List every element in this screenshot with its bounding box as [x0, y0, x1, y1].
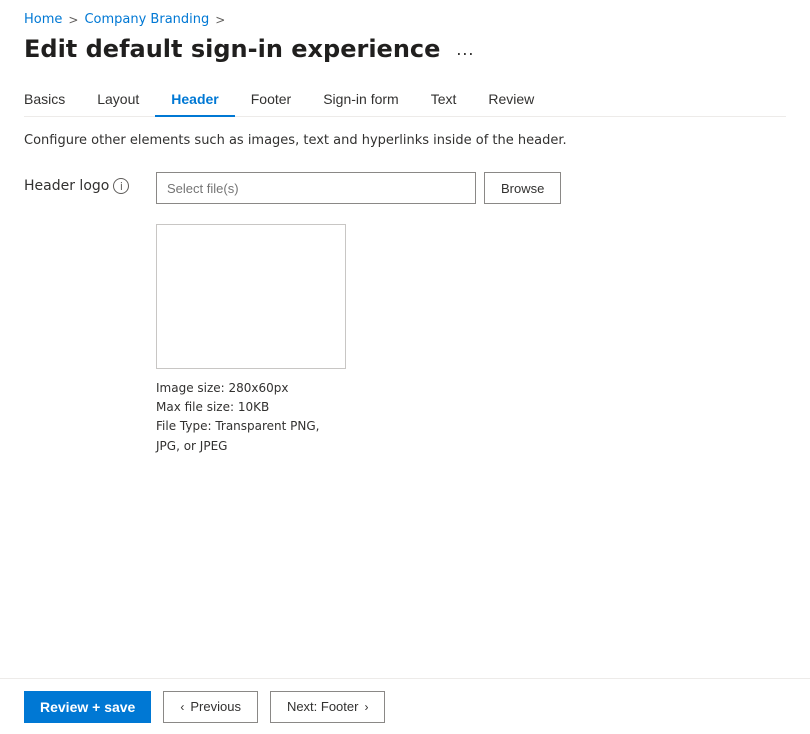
- image-info: Image size: 280x60px Max file size: 10KB…: [156, 379, 786, 456]
- page-title-row: Edit default sign-in experience ...: [24, 35, 786, 63]
- tab-text[interactable]: Text: [415, 83, 473, 117]
- breadcrumb-sep2: >: [215, 13, 225, 27]
- next-label: Next: Footer: [287, 699, 359, 714]
- file-input-area: Browse: [156, 172, 561, 204]
- breadcrumb: Home > Company Branding >: [24, 12, 786, 27]
- footer-bar: Review + save ‹ Previous Next: Footer ›: [0, 678, 810, 734]
- header-logo-info-icon[interactable]: i: [113, 178, 129, 194]
- image-filesize-info: Max file size: 10KB: [156, 398, 786, 417]
- breadcrumb-sep1: >: [68, 13, 78, 27]
- tab-basics[interactable]: Basics: [24, 83, 81, 117]
- breadcrumb-home[interactable]: Home: [24, 12, 62, 27]
- tab-signin-form[interactable]: Sign-in form: [307, 83, 414, 117]
- tab-layout[interactable]: Layout: [81, 83, 155, 117]
- chevron-left-icon: ‹: [180, 700, 184, 714]
- tab-header[interactable]: Header: [155, 83, 234, 117]
- image-filetype-info-2: JPG, or JPEG: [156, 437, 786, 456]
- chevron-right-icon: ›: [364, 700, 368, 714]
- review-save-button[interactable]: Review + save: [24, 691, 151, 723]
- file-select-input[interactable]: [156, 172, 476, 204]
- image-preview-section: Image size: 280x60px Max file size: 10KB…: [156, 224, 786, 456]
- previous-label: Previous: [190, 699, 241, 714]
- header-logo-label: Header logo i: [24, 172, 144, 194]
- tab-footer[interactable]: Footer: [235, 83, 307, 117]
- next-footer-button[interactable]: Next: Footer ›: [270, 691, 386, 723]
- tab-review[interactable]: Review: [472, 83, 550, 117]
- section-description: Configure other elements such as images,…: [24, 133, 786, 148]
- previous-button[interactable]: ‹ Previous: [163, 691, 258, 723]
- header-logo-field: Header logo i Browse: [24, 172, 786, 204]
- browse-button[interactable]: Browse: [484, 172, 561, 204]
- page-container: Home > Company Branding > Edit default s…: [0, 0, 810, 536]
- breadcrumb-company-branding[interactable]: Company Branding: [84, 12, 209, 27]
- image-preview-box: [156, 224, 346, 369]
- tab-bar: Basics Layout Header Footer Sign-in form…: [24, 83, 786, 117]
- page-title: Edit default sign-in experience: [24, 35, 440, 63]
- image-size-info: Image size: 280x60px: [156, 379, 786, 398]
- more-options-button[interactable]: ...: [450, 37, 480, 62]
- image-filetype-info-1: File Type: Transparent PNG,: [156, 417, 786, 436]
